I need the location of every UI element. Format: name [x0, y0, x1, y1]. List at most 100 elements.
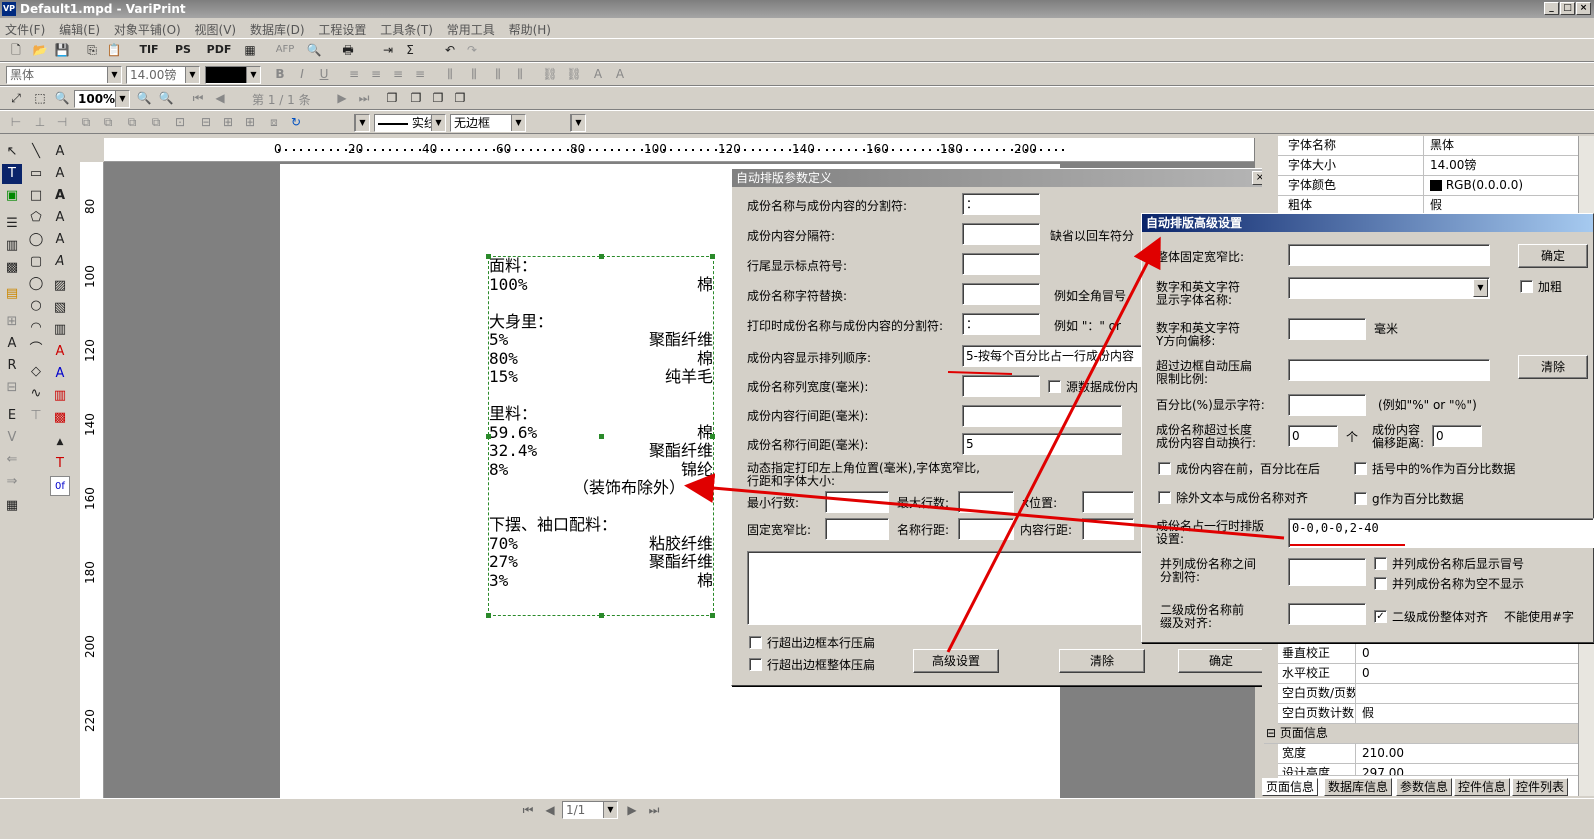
- g-percent-checkbox[interactable]: [1354, 492, 1367, 505]
- prop-font-name[interactable]: 字体名称 黑体: [1278, 136, 1578, 156]
- prop-width[interactable]: 宽度 210.00: [1278, 744, 1594, 764]
- last-page-icon[interactable]: ⏭: [644, 800, 664, 820]
- list-tool-icon[interactable]: ☰: [2, 214, 22, 234]
- grid-tool-icon[interactable]: ⊟: [2, 378, 22, 398]
- name-spacing-input[interactable]: 5: [962, 433, 1122, 455]
- rect-tool-icon[interactable]: ▭: [26, 164, 46, 184]
- tab-page-info[interactable]: 页面信息: [1262, 778, 1319, 796]
- align-left-icon[interactable]: ≡: [344, 64, 364, 84]
- zoom-icon[interactable]: 🔍: [156, 88, 176, 108]
- page-combo[interactable]: 1/1 ▼: [562, 801, 618, 819]
- resize-handle[interactable]: [710, 434, 715, 439]
- content-spacing2-input[interactable]: [1082, 518, 1134, 540]
- composition-textbox[interactable]: 面料： 100% 棉 大身里： 5% 聚酯纤维 80% 棉 15% 纯羊毛 里料： 59.6% 棉 3…: [486, 254, 715, 618]
- barcode-icon[interactable]: ▥: [2, 236, 22, 256]
- text-format-icon[interactable]: A: [588, 64, 608, 84]
- compress-input[interactable]: [1288, 359, 1490, 381]
- align-left-edge-icon[interactable]: ⊢: [6, 112, 26, 132]
- column-icon[interactable]: ⫼: [440, 64, 460, 84]
- font-color-combo[interactable]: ▼: [205, 66, 261, 84]
- prev-page-icon[interactable]: ◀: [540, 800, 560, 820]
- layer-icon[interactable]: ❐: [406, 88, 426, 108]
- arc-tool-icon[interactable]: ⌒: [26, 340, 46, 360]
- close-window-button[interactable]: ×: [1576, 2, 1591, 15]
- pattern-icon[interactable]: ▥: [50, 320, 70, 340]
- align-checkbox[interactable]: [1158, 491, 1171, 504]
- yoffset-input[interactable]: [1288, 318, 1366, 340]
- tab-control-info[interactable]: 控件信息: [1454, 778, 1511, 796]
- fixed-ratio-input[interactable]: [825, 518, 889, 540]
- bold-checkbox[interactable]: [1520, 280, 1533, 293]
- image-tool-icon[interactable]: ▣: [2, 186, 22, 206]
- text-tool-icon[interactable]: T: [2, 164, 22, 184]
- fill-combo[interactable]: ▼: [354, 114, 370, 132]
- resize-handle[interactable]: [486, 434, 491, 439]
- size-icon[interactable]: ⊞: [218, 112, 238, 132]
- resize-handle[interactable]: [710, 254, 715, 259]
- text-a-icon[interactable]: A: [50, 230, 70, 250]
- resize-handle[interactable]: [599, 254, 604, 259]
- shape-tool-icon[interactable]: ⊤: [26, 406, 46, 426]
- tab-database-info[interactable]: 数据库信息: [1324, 778, 1393, 796]
- order-select[interactable]: 5-按每个百分比占一行成份内容: [962, 345, 1142, 367]
- prop-horizontal-correction[interactable]: 水平校正 0: [1278, 664, 1594, 684]
- text-a-icon[interactable]: A: [50, 186, 70, 206]
- align-center-icon[interactable]: ⊥: [30, 112, 50, 132]
- zoom-in-icon[interactable]: 🔍: [52, 88, 72, 108]
- prop-font-color[interactable]: 字体颜色 RGB(0.0.0.0): [1278, 176, 1578, 196]
- extra-combo[interactable]: ▼: [570, 114, 586, 132]
- name-width-input[interactable]: [962, 375, 1040, 397]
- line-end-input[interactable]: [962, 253, 1040, 275]
- font-name-combo[interactable]: 黑体 ▼: [6, 66, 122, 84]
- src-checkbox[interactable]: [1048, 380, 1061, 393]
- square-tool-icon[interactable]: □: [26, 186, 46, 206]
- text-format-icon[interactable]: A: [610, 64, 630, 84]
- prop-vertical-correction[interactable]: 垂直校正 0: [1278, 644, 1594, 664]
- name-spacing2-input[interactable]: [958, 518, 1014, 540]
- percent-input[interactable]: [1288, 394, 1366, 416]
- insert-icon[interactable]: ⇥: [378, 40, 398, 60]
- minimize-button[interactable]: _: [1544, 2, 1559, 15]
- italic-button[interactable]: I: [292, 64, 312, 84]
- text-a-icon[interactable]: A: [50, 164, 70, 184]
- max-rows-input[interactable]: [958, 491, 1014, 513]
- text-small-icon[interactable]: ▲: [50, 432, 70, 452]
- group-icon[interactable]: ⧈: [264, 112, 284, 132]
- resize-handle[interactable]: [486, 613, 491, 618]
- column-icon[interactable]: ⫼: [488, 64, 508, 84]
- prop-section-page-info[interactable]: ⊟ 页面信息: [1264, 724, 1594, 744]
- row-compress-checkbox[interactable]: [749, 636, 762, 649]
- colon-checkbox[interactable]: [1374, 557, 1387, 570]
- print-preview-icon[interactable]: 🔍: [304, 40, 324, 60]
- undo-icon[interactable]: ↶: [440, 40, 460, 60]
- print-sep-input[interactable]: ：: [962, 313, 1040, 335]
- print-icon[interactable]: 🖶: [338, 40, 358, 60]
- polygon-tool-icon[interactable]: ⬠: [26, 208, 46, 228]
- content-first-checkbox[interactable]: [1158, 462, 1171, 475]
- arc-tool-icon[interactable]: ◠: [26, 318, 46, 338]
- line-tool-icon[interactable]: ╲: [26, 142, 46, 162]
- distribute-icon[interactable]: ⧉: [146, 112, 166, 132]
- ok-button[interactable]: 确定: [1178, 649, 1264, 673]
- ellipse-tool-icon[interactable]: ◯: [26, 230, 46, 250]
- fixed-ratio-input[interactable]: [1288, 244, 1490, 266]
- align-right-edge-icon[interactable]: ⊣: [52, 112, 72, 132]
- wrap-input[interactable]: 0: [1288, 425, 1338, 447]
- select-arrow-icon[interactable]: ↖: [2, 142, 22, 162]
- qrcode-icon[interactable]: ▩: [2, 258, 22, 278]
- layer-icon[interactable]: ❐: [428, 88, 448, 108]
- prop-font-size[interactable]: 字体大小 14.00镑: [1278, 156, 1578, 176]
- bold-button[interactable]: B: [270, 64, 290, 84]
- layout-grid-icon[interactable]: ▦: [2, 496, 22, 516]
- distribute-icon[interactable]: ⧉: [76, 112, 96, 132]
- chart-tool-icon[interactable]: ▤: [2, 284, 22, 304]
- text-a-icon[interactable]: A: [50, 342, 70, 362]
- empty-checkbox[interactable]: [1374, 577, 1387, 590]
- copy-icon[interactable]: ⎘: [82, 40, 102, 60]
- resize-handle[interactable]: [599, 613, 604, 618]
- align-justify-icon[interactable]: ≡: [410, 64, 430, 84]
- link-icon[interactable]: ⛓: [540, 64, 560, 84]
- export-tif-button[interactable]: TIF: [134, 40, 164, 60]
- prop-blank-pages[interactable]: 空白页数/页数: [1278, 684, 1594, 704]
- text-a-icon[interactable]: A: [50, 252, 70, 272]
